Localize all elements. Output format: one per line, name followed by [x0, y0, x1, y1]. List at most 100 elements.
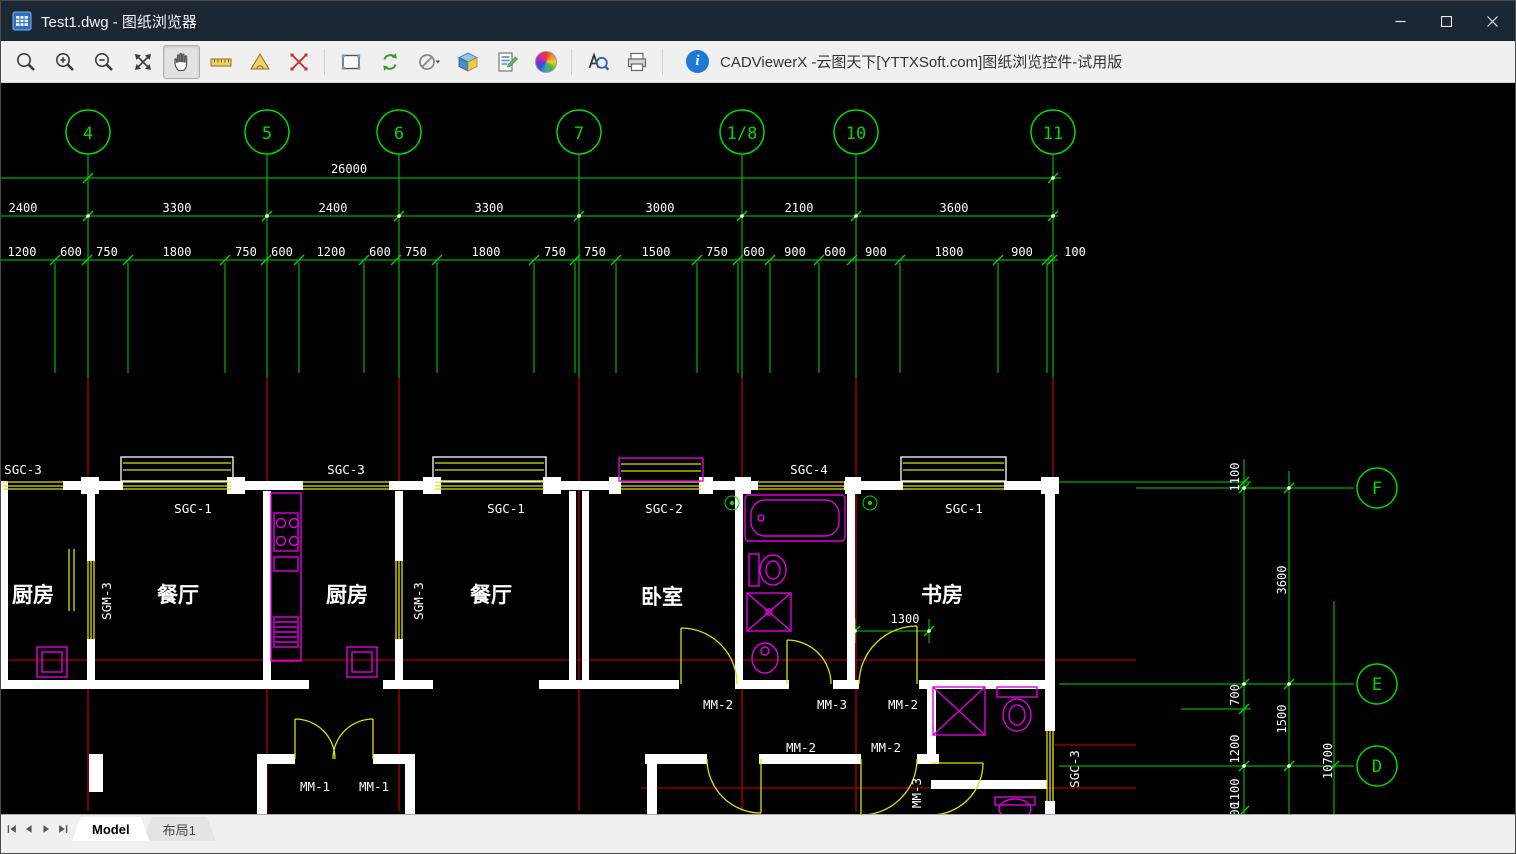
dim-major: 3300 [475, 201, 504, 215]
right-dim: 700 [1228, 802, 1242, 814]
side-window-label: SGM-3 [99, 582, 114, 620]
grid-bubbles-top: 4 5 6 7 1/8 10 11 [66, 110, 1075, 154]
color-wheel-button[interactable] [527, 45, 564, 79]
last-sheet-icon [57, 823, 69, 835]
right-dim: 3600 [1275, 566, 1289, 595]
color-wheel-icon [535, 51, 557, 73]
hide-entity-button[interactable] [410, 45, 447, 79]
titlebar: Test1.dwg - 图纸浏览器 [1, 1, 1515, 41]
dimension-text: 26000 2400 3300 2400 3300 3000 2100 3600… [8, 162, 1086, 626]
dim-minor: 750 [706, 245, 728, 259]
tab-layout1-label: 布局1 [163, 820, 196, 839]
tab-layout1[interactable]: 布局1 [143, 817, 216, 841]
toolbar-separator [324, 49, 325, 75]
room-label: 厨房 [12, 583, 54, 607]
dim-minor: 600 [743, 245, 765, 259]
app-window: Test1.dwg - 图纸浏览器 [0, 0, 1516, 854]
regen-icon [378, 50, 402, 74]
dim-major: 3600 [940, 201, 969, 215]
dim-major: 2100 [785, 201, 814, 215]
dim-minor: 600 [824, 245, 846, 259]
measure-angle-button[interactable] [241, 45, 278, 79]
dim-partial: 1300 [891, 612, 920, 626]
node-snap-button[interactable] [280, 45, 317, 79]
door-label: MM-3 [909, 778, 924, 808]
minimize-button[interactable] [1377, 1, 1423, 41]
side-window-label: SGM-3 [411, 582, 426, 620]
dim-minor: 1800 [472, 245, 501, 259]
viewport-icon [339, 50, 363, 74]
zoom-realtime-button[interactable] [7, 45, 44, 79]
right-dim: 1100 [1228, 463, 1242, 492]
window-label: SGC-1 [174, 501, 212, 516]
close-button[interactable] [1469, 1, 1515, 41]
bay-windows [121, 457, 1006, 481]
toolbar-separator [571, 49, 572, 75]
last-sheet-button[interactable] [54, 818, 71, 840]
protractor-icon [248, 50, 272, 74]
first-sheet-button[interactable] [3, 818, 20, 840]
zoom-in-button[interactable] [46, 45, 83, 79]
maximize-button[interactable] [1423, 1, 1469, 41]
next-sheet-button[interactable] [37, 818, 54, 840]
printer-icon [625, 50, 649, 74]
sheet-nav [3, 817, 71, 841]
door-label: MM-3 [817, 697, 847, 712]
view-3d-button[interactable] [449, 45, 486, 79]
close-icon [1487, 16, 1498, 27]
measure-length-button[interactable] [202, 45, 239, 79]
door-label: MM-2 [888, 697, 918, 712]
drawing-canvas[interactable]: 26000 2400 3300 2400 3300 3000 2100 3600… [1, 83, 1515, 814]
dim-major: 3300 [163, 201, 192, 215]
cad-drawing: 26000 2400 3300 2400 3300 3000 2100 3600… [1, 83, 1515, 814]
dim-minor: 1200 [317, 245, 346, 259]
window-label: SGC-3 [327, 462, 365, 477]
dim-major: 2400 [319, 201, 348, 215]
dim-total: 26000 [331, 162, 367, 176]
viewport-window-button[interactable] [332, 45, 369, 79]
zoom-extents-button[interactable] [124, 45, 161, 79]
side-window-label: SGC-3 [1067, 750, 1082, 788]
room-label: 餐厅 [470, 583, 512, 607]
properties-button[interactable] [488, 45, 525, 79]
room-label: 卧室 [641, 585, 683, 609]
properties-list-icon [495, 50, 519, 74]
grid-bubbles-right: F E D [1357, 468, 1397, 786]
zoom-in-icon [53, 50, 77, 74]
minimize-icon [1395, 16, 1406, 27]
cube-3d-icon [456, 50, 480, 74]
regen-button[interactable] [371, 45, 408, 79]
zoom-extents-icon [131, 50, 155, 74]
zoom-out-button[interactable] [85, 45, 122, 79]
print-button[interactable] [618, 45, 655, 79]
fixtures-magenta [37, 493, 1037, 814]
dim-minor: 750 [405, 245, 427, 259]
window-label: SGC-1 [945, 501, 983, 516]
dim-minor: 750 [584, 245, 606, 259]
grid-bubble-label: 6 [394, 124, 404, 144]
ruler-icon [209, 50, 233, 74]
dim-minor: 600 [60, 245, 82, 259]
grid-extension-lines [55, 154, 1053, 378]
room-labels: 厨房 餐厅 厨房 餐厅 卧室 书房 [12, 583, 963, 609]
node-snap-icon [287, 50, 311, 74]
grid-bubble-label: 4 [83, 124, 93, 144]
tab-model[interactable]: Model [72, 817, 150, 841]
find-text-icon [586, 50, 610, 74]
door-label: MM-2 [703, 697, 733, 712]
door-label: MM-1 [359, 779, 389, 794]
window-label: SGC-4 [790, 462, 828, 477]
next-sheet-icon [40, 823, 52, 835]
info-icon[interactable]: i [686, 50, 709, 73]
dim-minor: 750 [544, 245, 566, 259]
door-label: MM-2 [786, 740, 816, 755]
find-text-button[interactable] [579, 45, 616, 79]
grid-bubble-label: 7 [574, 124, 584, 144]
prev-sheet-button[interactable] [20, 818, 37, 840]
pan-button[interactable] [163, 45, 200, 79]
pan-hand-icon [170, 50, 194, 74]
zoom-icon [14, 50, 38, 74]
window-label: SGC-2 [645, 501, 683, 516]
prev-sheet-icon [23, 823, 35, 835]
zoom-out-icon [92, 50, 116, 74]
